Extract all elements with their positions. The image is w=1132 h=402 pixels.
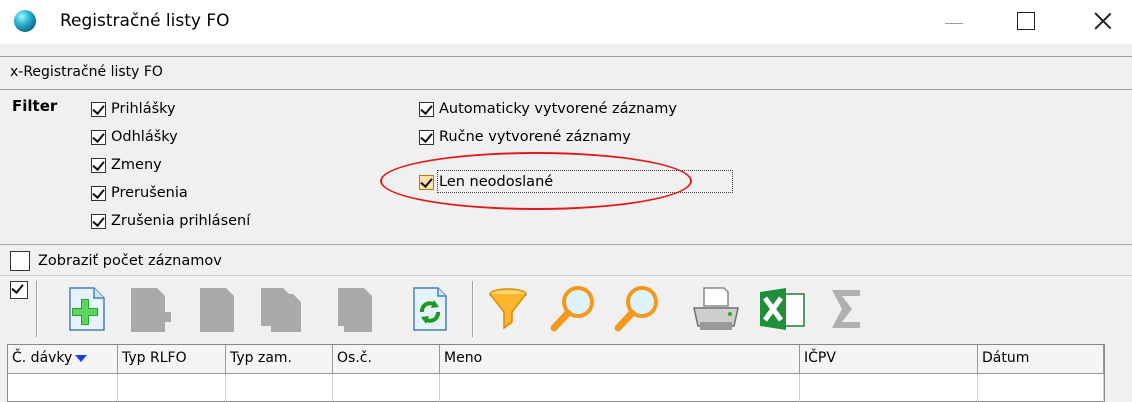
search-icon	[550, 286, 594, 332]
checkbox[interactable]	[91, 101, 106, 117]
document-delete-icon	[338, 288, 372, 332]
checkbox[interactable]	[91, 157, 106, 173]
maximize-button[interactable]	[990, 0, 1070, 44]
column-header-label: Os.č.	[337, 350, 372, 366]
search-next-icon	[614, 286, 658, 332]
search-next-button[interactable]	[612, 282, 664, 336]
divider	[0, 244, 1132, 245]
column-header-label: Typ zam.	[230, 350, 293, 366]
column-header-typ-rlfo[interactable]: Typ RLFO	[118, 345, 226, 374]
table-cell	[440, 374, 800, 402]
filter-funnel-icon	[489, 288, 527, 330]
view-button[interactable]	[190, 282, 242, 336]
filter-checkbox-automaticky[interactable]: Automaticky vytvorené záznamy	[419, 99, 677, 119]
panel-title: x-Registračné listy FO	[10, 64, 163, 80]
filter-button[interactable]	[482, 282, 534, 336]
search-button[interactable]	[548, 282, 600, 336]
filter-checkbox-odhlasky[interactable]: Odhlášky	[91, 127, 178, 147]
column-header-label: Meno	[444, 350, 483, 366]
print-button[interactable]	[690, 282, 742, 336]
toolbar-separator	[472, 281, 474, 337]
column-header-label: Typ RLFO	[122, 350, 187, 366]
delete-button[interactable]	[328, 282, 380, 336]
document-edit-icon	[131, 288, 171, 332]
toolbar-separator	[36, 281, 38, 337]
refresh-button[interactable]	[404, 282, 456, 336]
column-header-davky[interactable]: Č. dávky	[8, 345, 118, 374]
excel-export-icon	[760, 288, 805, 330]
column-header-meno[interactable]: Meno	[440, 345, 800, 374]
document-icon	[200, 288, 234, 332]
printer-icon	[693, 287, 739, 330]
window-title: Registračné listy FO	[60, 11, 230, 31]
checkbox-label: Automaticky vytvorené záznamy	[439, 101, 677, 117]
checkbox-label: Zrušenia prihlásení	[111, 213, 251, 229]
show-count-checkbox[interactable]: Zobraziť počet záznamov	[10, 251, 222, 271]
records-grid[interactable]: Č. dávky Typ RLFO Typ zam. Os.č. Meno IČ…	[7, 344, 1105, 402]
excel-export-button[interactable]	[756, 282, 808, 336]
refresh-icon	[413, 287, 447, 331]
panel-header: x-Registračné listy FO	[0, 56, 1132, 90]
checkbox-label: Prerušenia	[111, 185, 188, 201]
sum-button[interactable]	[820, 282, 872, 336]
column-header-datum[interactable]: Dátum	[978, 345, 1104, 374]
filter-checkbox-prerusenia[interactable]: Prerušenia	[91, 183, 188, 203]
filter-checkbox-rucne[interactable]: Ručne vytvorené záznamy	[419, 127, 631, 147]
column-header-label: IČPV	[804, 350, 836, 366]
checkbox[interactable]	[419, 129, 434, 145]
table-row[interactable]	[8, 374, 1104, 402]
column-header-os-c[interactable]: Os.č.	[333, 345, 440, 374]
checkbox[interactable]	[91, 213, 106, 229]
table-cell	[8, 374, 118, 402]
add-button[interactable]	[60, 282, 112, 336]
edit-button[interactable]	[125, 282, 177, 336]
filter-checkbox-zmeny[interactable]: Zmeny	[91, 155, 162, 175]
app-globe-icon	[14, 10, 36, 32]
checkbox[interactable]	[91, 129, 106, 145]
table-cell	[226, 374, 333, 402]
sum-icon	[832, 290, 860, 328]
highlight-ellipse	[380, 152, 692, 210]
add-icon	[69, 287, 105, 331]
checkbox[interactable]	[10, 281, 28, 299]
checkbox[interactable]	[10, 251, 30, 271]
title-bar: Registračné listy FO	[0, 0, 1132, 44]
filter-checkbox-prihlasky[interactable]: Prihlášky	[91, 99, 176, 119]
checkbox[interactable]	[419, 101, 434, 117]
column-header-label: Dátum	[982, 350, 1030, 366]
grid-header: Č. dávky Typ RLFO Typ zam. Os.č. Meno IČ…	[8, 345, 1104, 374]
select-all-checkbox[interactable]	[10, 280, 28, 300]
close-button[interactable]	[1060, 0, 1132, 44]
table-cell	[333, 374, 440, 402]
documents-icon	[261, 288, 301, 332]
checkbox-label: Prihlášky	[111, 101, 176, 117]
checkbox-label: Zmeny	[111, 157, 162, 173]
table-cell	[800, 374, 978, 402]
filter-checkbox-zrusenia[interactable]: Zrušenia prihlásení	[91, 211, 250, 231]
checkbox-label: Zobraziť počet záznamov	[38, 253, 222, 269]
filter-label: Filter	[12, 97, 58, 115]
column-header-icpv[interactable]: IČPV	[800, 345, 978, 374]
table-cell	[118, 374, 226, 402]
sort-descending-icon	[75, 354, 88, 362]
copy-button[interactable]	[255, 282, 307, 336]
checkbox[interactable]	[91, 185, 106, 201]
column-header-label: Č. dávky	[12, 350, 73, 366]
divider	[0, 275, 1132, 276]
checkbox-label: Odhlášky	[111, 129, 178, 145]
checkbox-label: Ručne vytvorené záznamy	[439, 129, 631, 145]
minimize-button[interactable]	[915, 0, 995, 44]
column-header-typ-zam[interactable]: Typ zam.	[226, 345, 333, 374]
table-cell	[978, 374, 1104, 402]
